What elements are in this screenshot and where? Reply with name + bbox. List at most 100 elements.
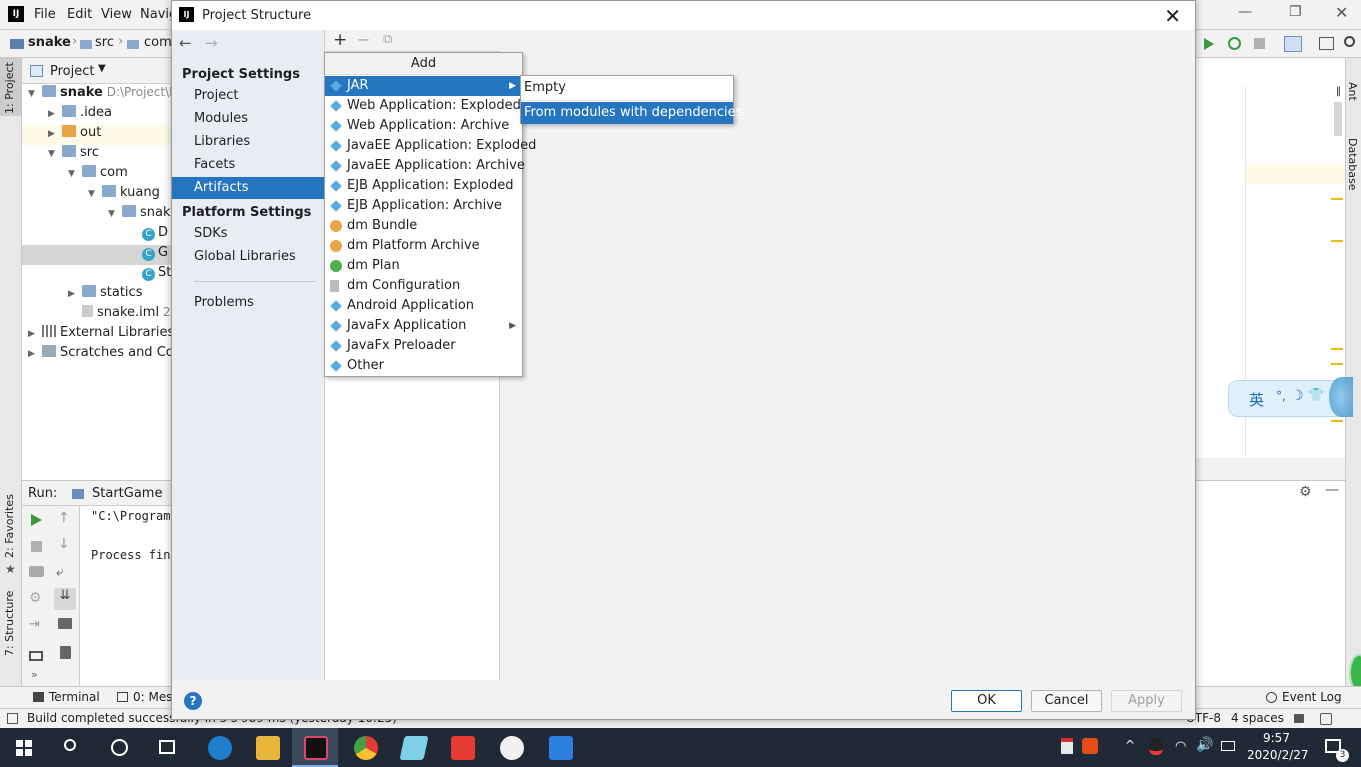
debug-icon[interactable] xyxy=(1228,37,1241,50)
nav-modules[interactable]: Modules xyxy=(172,108,324,130)
menu-item-javaee-application-exploded[interactable]: JavaEE Application: Exploded xyxy=(325,136,536,156)
tree-row[interactable]: ▼ com xyxy=(22,165,172,185)
moon-icon[interactable]: ☽ xyxy=(1291,388,1304,404)
warning-marker[interactable] xyxy=(1331,363,1343,365)
menu-item-web-application-archive[interactable]: Web Application: Archive xyxy=(325,116,522,136)
cancel-button[interactable]: Cancel xyxy=(1031,690,1102,712)
volume-icon[interactable]: 🔊 xyxy=(1196,737,1213,753)
database-tool-tab[interactable]: Database xyxy=(1346,138,1359,191)
apply-button[interactable]: Apply xyxy=(1111,690,1182,712)
qq-tray-icon[interactable] xyxy=(1149,738,1163,755)
pause-icon[interactable]: ‖ xyxy=(1336,86,1341,97)
ant-tool-tab[interactable]: Ant xyxy=(1346,82,1359,101)
sogou-tray-icon[interactable] xyxy=(1082,738,1098,754)
search-icon[interactable] xyxy=(1344,36,1355,47)
file-explorer-icon[interactable] xyxy=(256,736,280,760)
menu-item-other[interactable]: Other xyxy=(325,356,522,376)
chrome-icon[interactable] xyxy=(354,736,378,760)
trash-icon[interactable] xyxy=(60,646,71,659)
app-icon[interactable] xyxy=(500,736,524,760)
stop-icon[interactable] xyxy=(31,541,42,552)
menu-item-web-application-exploded[interactable]: Web Application: Exploded xyxy=(325,96,522,116)
menu-item-dm-platform-archive[interactable]: dm Platform Archive xyxy=(325,236,522,256)
warning-marker[interactable] xyxy=(1331,348,1343,350)
menu-item-dm-configuration[interactable]: dm Configuration xyxy=(325,276,522,296)
submenu-from-modules[interactable]: From modules with dependencies... xyxy=(521,102,755,124)
inspector-icon[interactable] xyxy=(1320,713,1332,725)
terminal-tab[interactable]: Terminal xyxy=(49,690,100,704)
intellij-idea-icon[interactable] xyxy=(304,736,328,760)
ime-toolbar[interactable]: 英 °, ☽ 👕 xyxy=(1228,377,1353,417)
settings-icon[interactable]: ⚙ xyxy=(29,590,42,606)
run-console[interactable]: "C:\Program Process fin: xyxy=(80,506,178,686)
tree-expand-icon[interactable]: ▶ xyxy=(28,329,42,339)
nav-problems[interactable]: Problems xyxy=(172,292,324,314)
punctuation-icon[interactable]: °, xyxy=(1276,389,1286,403)
tree-expand-icon[interactable]: ▶ xyxy=(48,109,62,119)
chevron-up-icon[interactable]: ^ xyxy=(1125,738,1135,752)
add-icon[interactable]: + xyxy=(333,30,347,50)
nav-sdks[interactable]: SDKs xyxy=(172,223,324,245)
windows-start-icon[interactable] xyxy=(16,740,32,756)
warning-marker[interactable] xyxy=(1331,198,1343,200)
forward-arrow-icon[interactable]: → xyxy=(205,34,218,52)
ok-button[interactable]: OK xyxy=(951,690,1022,712)
warning-marker[interactable] xyxy=(1331,240,1343,242)
nav-project[interactable]: Project xyxy=(172,85,324,107)
tree-row[interactable]: ▶ Scratches and Con xyxy=(22,345,172,365)
window-close-icon[interactable]: ✕ xyxy=(1335,3,1348,22)
rerun-icon[interactable] xyxy=(31,514,42,526)
chevron-down-icon[interactable]: ▼ xyxy=(98,63,106,74)
nav-facets[interactable]: Facets xyxy=(172,154,324,176)
tree-row[interactable]: ▶ External Libraries xyxy=(22,325,172,345)
structure-tool-tab[interactable]: 7: Structure xyxy=(3,591,16,656)
warning-marker[interactable] xyxy=(1331,420,1343,422)
remove-icon[interactable]: − xyxy=(357,30,370,49)
window-maximize-icon[interactable]: ❐ xyxy=(1289,4,1302,20)
back-arrow-icon[interactable]: ← xyxy=(179,34,192,52)
tree-expand-icon[interactable]: ▶ xyxy=(28,349,42,359)
breadcrumb-com[interactable]: com xyxy=(144,35,172,50)
soft-wrap-icon[interactable]: ⤶ xyxy=(56,564,64,580)
tree-expand-icon[interactable]: ▼ xyxy=(88,189,102,199)
run-icon[interactable] xyxy=(1204,38,1214,50)
tree-row[interactable]: CG xyxy=(22,245,172,265)
menu-item-ejb-application-exploded[interactable]: EJB Application: Exploded xyxy=(325,176,522,196)
up-arrow-icon[interactable]: ↑ xyxy=(58,510,70,526)
indent-indicator[interactable]: 4 spaces xyxy=(1231,711,1284,725)
pdf-tray-icon[interactable] xyxy=(1061,738,1073,754)
tree-row[interactable]: ▶ out xyxy=(22,125,172,145)
gear-icon[interactable]: ⚙ xyxy=(1299,484,1312,500)
stop-icon[interactable] xyxy=(1254,38,1265,49)
minimize-icon[interactable]: — xyxy=(1325,482,1339,498)
nav-libraries[interactable]: Libraries xyxy=(172,131,324,153)
status-toggle-icon[interactable] xyxy=(7,713,18,724)
menu-item-jar[interactable]: JAR ▶ xyxy=(325,76,522,96)
menu-item-javafx-preloader[interactable]: JavaFx Preloader xyxy=(325,336,522,356)
help-icon[interactable]: ? xyxy=(184,692,202,710)
ime-tray-icon[interactable] xyxy=(1221,741,1235,751)
event-log-tab[interactable]: Event Log xyxy=(1282,690,1342,704)
submenu-empty[interactable]: Empty xyxy=(521,77,733,99)
tree-row[interactable]: ▶ statics xyxy=(22,285,172,305)
layout-icon[interactable] xyxy=(1319,37,1334,50)
more-icon[interactable]: » xyxy=(31,668,38,681)
wifi-icon[interactable]: ◠ xyxy=(1175,739,1186,754)
tree-expand-icon[interactable]: ▶ xyxy=(48,129,62,139)
tree-row[interactable]: ▼ kuang xyxy=(22,185,172,205)
project-tool-tab[interactable]: 1: Project xyxy=(3,62,16,114)
close-icon[interactable]: ✕ xyxy=(1164,4,1181,28)
tree-expand-icon[interactable]: ▼ xyxy=(48,149,62,159)
tree-row[interactable]: ▶ .idea xyxy=(22,105,172,125)
tree-row[interactable]: CD xyxy=(22,225,172,245)
layout-icon[interactable] xyxy=(29,651,43,661)
menu-file[interactable]: File xyxy=(34,7,56,22)
ime-language-indicator[interactable]: 英 xyxy=(1249,389,1264,410)
print-icon[interactable] xyxy=(58,618,72,629)
menu-item-dm-bundle[interactable]: dm Bundle xyxy=(325,216,522,236)
tree-row[interactable]: ▼ snake D:\Project\I xyxy=(22,85,172,105)
lock-icon[interactable] xyxy=(1294,714,1304,723)
breadcrumb-src[interactable]: src xyxy=(95,35,114,50)
nav-global-libraries[interactable]: Global Libraries xyxy=(172,246,324,268)
tree-expand-icon[interactable]: ▼ xyxy=(68,169,82,179)
